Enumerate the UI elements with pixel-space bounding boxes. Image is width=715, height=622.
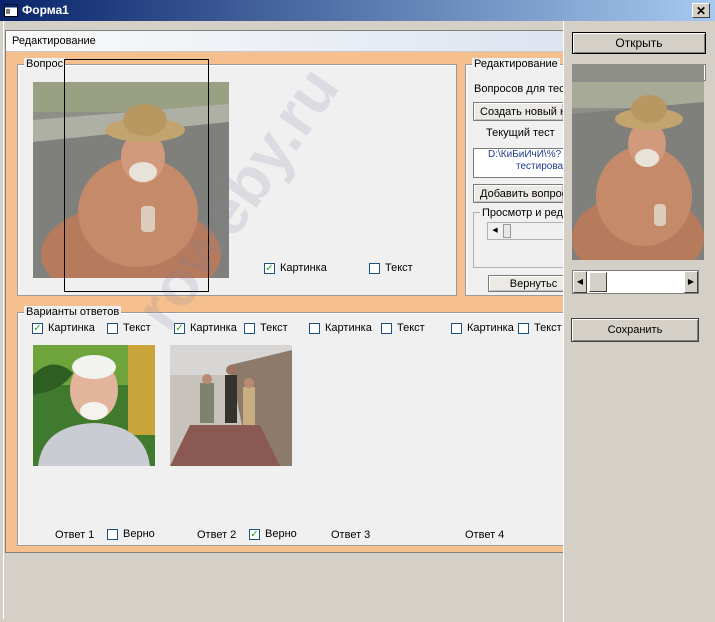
edit-header-title: Редактирование xyxy=(12,35,96,47)
question-group-label: Вопрос xyxy=(24,58,66,70)
app-icon xyxy=(4,4,18,17)
checkbox-label: Текст xyxy=(385,262,413,274)
checkbox-box xyxy=(107,528,118,540)
current-test-label: Текущий тест xyxy=(486,127,555,139)
save-button[interactable]: Сохранить xyxy=(571,318,699,342)
checkbox-box xyxy=(309,322,320,334)
arrow-right-icon[interactable]: ▶ xyxy=(684,271,698,293)
checkbox-box xyxy=(107,322,118,334)
view-edit-group xyxy=(473,212,565,268)
checkbox-box: ✓ xyxy=(249,528,260,540)
checkbox-label: Верно xyxy=(265,528,297,540)
checkbox-box: ✓ xyxy=(32,322,43,334)
answer-2-label: Ответ 2 xyxy=(197,529,237,541)
title-bar xyxy=(0,0,715,21)
answer-1-correct-checkbox[interactable]: Верно xyxy=(107,528,155,540)
current-test-path: D:\КиБиИчИ\%? xyxy=(488,149,562,160)
scrollbar-thumb[interactable] xyxy=(589,272,607,292)
answer-1-picture-checkbox[interactable]: ✓ Картинка xyxy=(32,322,95,334)
window-title: Форма1 xyxy=(22,3,69,17)
checkbox-label: Текст xyxy=(260,322,288,334)
create-new-test-button[interactable]: Создать новый н xyxy=(473,102,564,121)
questions-for-test-label: Вопросов для тест xyxy=(474,83,564,95)
preview-scrollbar[interactable]: ◀ ▶ xyxy=(572,270,699,294)
current-test-path-box: D:\КиБиИчИ\%? тестирова xyxy=(473,148,565,178)
answer-4-text-checkbox[interactable]: Текст xyxy=(518,322,564,334)
checkbox-label: Картинка xyxy=(48,322,95,334)
answer-2-correct-checkbox[interactable]: ✓ Верно xyxy=(249,528,297,540)
answer-2-text-checkbox[interactable]: Текст xyxy=(244,322,288,334)
scrollbar-thumb[interactable] xyxy=(503,224,511,238)
answer-2-image xyxy=(170,345,292,466)
preview-image xyxy=(572,64,704,260)
question-scrollbar[interactable]: ◀ xyxy=(487,222,565,240)
open-button[interactable]: Открыть xyxy=(572,32,706,54)
checkbox-label: Картинка xyxy=(190,322,237,334)
checkbox-label: Верно xyxy=(123,528,155,540)
checkbox-label: Текст xyxy=(123,322,151,334)
answer-3-text-checkbox[interactable]: Текст xyxy=(381,322,425,334)
checkbox-box xyxy=(381,322,392,334)
checkbox-label: Текст xyxy=(534,322,562,334)
checkbox-label: Текст xyxy=(397,322,425,334)
question-picture-checkbox[interactable]: ✓ Картинка xyxy=(264,262,327,274)
checkbox-box xyxy=(451,322,462,334)
checkbox-label: Картинка xyxy=(467,322,514,334)
answer-4-picture-checkbox[interactable]: Картинка xyxy=(451,322,514,334)
view-edit-label: Просмотр и реда xyxy=(480,207,565,219)
answers-group-label: Варианты ответов xyxy=(24,306,122,318)
answer-4-label: Ответ 4 xyxy=(465,529,505,541)
answer-1-label: Ответ 1 xyxy=(55,529,95,541)
arrow-left-icon[interactable]: ◀ xyxy=(573,271,587,293)
checkbox-label: Картинка xyxy=(325,322,372,334)
current-test-path-line2: тестирова xyxy=(516,161,564,172)
add-question-button[interactable]: Добавить вопрос xyxy=(473,184,564,203)
question-text-checkbox[interactable]: Текст xyxy=(369,262,413,274)
close-button[interactable]: ✕ xyxy=(692,3,710,18)
answer-1-text-checkbox[interactable]: Текст xyxy=(107,322,151,334)
answer-3-picture-checkbox[interactable]: Картинка xyxy=(309,322,372,334)
answer-1-image xyxy=(33,345,155,466)
back-button[interactable]: Вернутьс xyxy=(488,275,565,292)
checkbox-label: Картинка xyxy=(280,262,327,274)
answer-3-label: Ответ 3 xyxy=(331,529,371,541)
checkbox-box xyxy=(369,262,380,274)
edit-group-label: Редактирование xyxy=(472,58,560,70)
checkbox-box xyxy=(244,322,255,334)
checkbox-box: ✓ xyxy=(264,262,275,274)
checkbox-box xyxy=(518,322,529,334)
arrow-left-icon[interactable]: ◀ xyxy=(488,223,502,239)
